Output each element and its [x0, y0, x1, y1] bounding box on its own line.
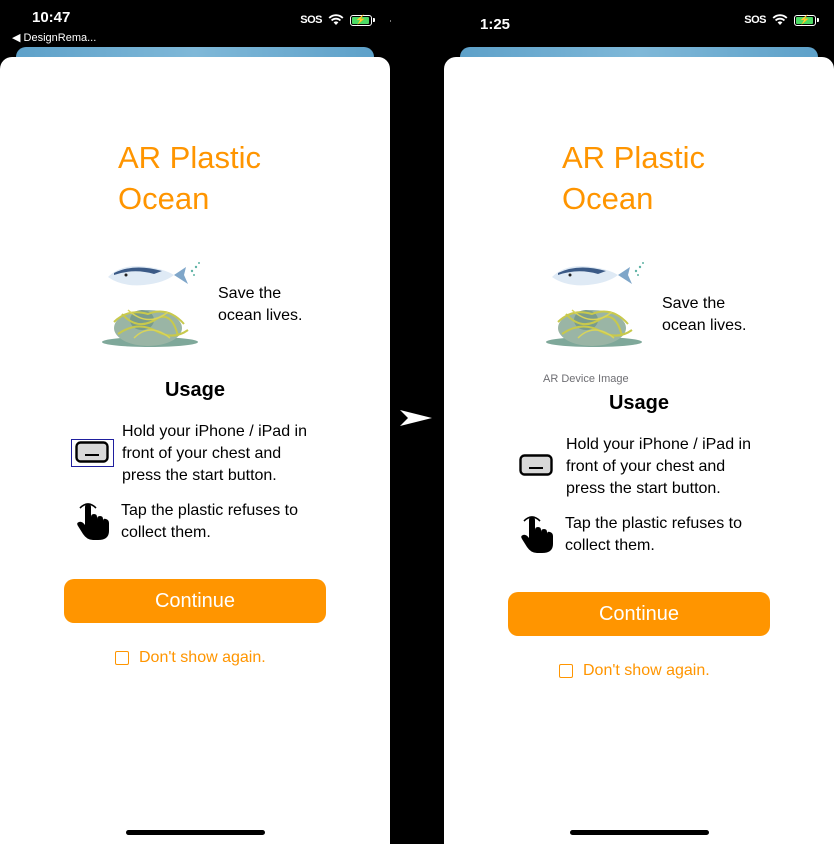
dont-show-again-checkbox[interactable]: [559, 664, 573, 678]
fish-illustration: [108, 262, 200, 286]
dont-show-again-checkbox[interactable]: [115, 651, 129, 665]
hand-tap-icon: [521, 516, 553, 553]
tap-plastic-instruction: Tap the plastic refuses to collect them.: [565, 515, 742, 554]
wifi-icon: [328, 14, 344, 25]
dont-show-again-option[interactable]: Don't show again.: [559, 662, 710, 680]
battery-charging-icon: ⚡: [350, 14, 375, 26]
fish-illustration: [552, 262, 644, 286]
wifi-icon: [772, 14, 788, 25]
hand-tap-icon: [77, 503, 109, 540]
dont-show-again-option[interactable]: Don't show again.: [115, 649, 266, 667]
usage-heading: Usage: [608, 392, 670, 414]
status-icons: SOS ⚡: [744, 14, 819, 26]
status-icons: SOS ⚡: [300, 14, 375, 26]
ar-device-image-caption: AR Device Image: [543, 373, 629, 385]
sos-indicator: SOS: [744, 14, 766, 26]
hold-device-instruction: Hold your iPhone / iPad in front of your…: [122, 423, 307, 484]
transition-arrow-icon: [400, 410, 432, 426]
phone-landscape-icon: [75, 441, 109, 463]
onboarding-sheet: AR Plastic Ocean Save the ocean lives. A…: [444, 57, 834, 844]
back-to-app-link[interactable]: ◀ DesignRema...: [12, 31, 96, 44]
battery-charging-icon: ⚡: [794, 14, 819, 26]
home-indicator[interactable]: [126, 830, 265, 835]
phone-landscape-icon: [519, 454, 553, 476]
phone-screen-before: 10:47 ◀ DesignRema... SOS ⚡ AR Plastic O…: [0, 0, 390, 844]
app-title: AR Plastic Ocean: [118, 140, 261, 216]
save-ocean-text: Save the ocean lives.: [662, 295, 747, 334]
turtle-in-net-illustration: [546, 309, 642, 347]
phone-screen-after: 1:25 SOS ⚡ AR Plastic Ocean Save the oce…: [444, 0, 834, 844]
save-ocean-text: Save the ocean lives.: [218, 285, 303, 324]
dont-show-again-label[interactable]: Don't show again.: [583, 662, 710, 680]
status-time: 10:47: [32, 9, 71, 26]
sos-indicator: SOS: [300, 14, 322, 26]
hold-device-instruction: Hold your iPhone / iPad in front of your…: [566, 436, 751, 497]
continue-button[interactable]: Continue: [508, 592, 770, 636]
turtle-in-net-illustration: [102, 309, 198, 347]
app-title: AR Plastic Ocean: [562, 140, 705, 216]
dont-show-again-label[interactable]: Don't show again.: [139, 649, 266, 667]
continue-button[interactable]: Continue: [64, 579, 326, 623]
usage-heading: Usage: [164, 379, 226, 401]
divider-mark: [390, 20, 391, 22]
tap-plastic-instruction: Tap the plastic refuses to collect them.: [121, 502, 298, 541]
home-indicator[interactable]: [570, 830, 709, 835]
onboarding-sheet: AR Plastic Ocean Save the ocean lives. U…: [0, 57, 390, 844]
status-time: 1:25: [480, 16, 511, 33]
